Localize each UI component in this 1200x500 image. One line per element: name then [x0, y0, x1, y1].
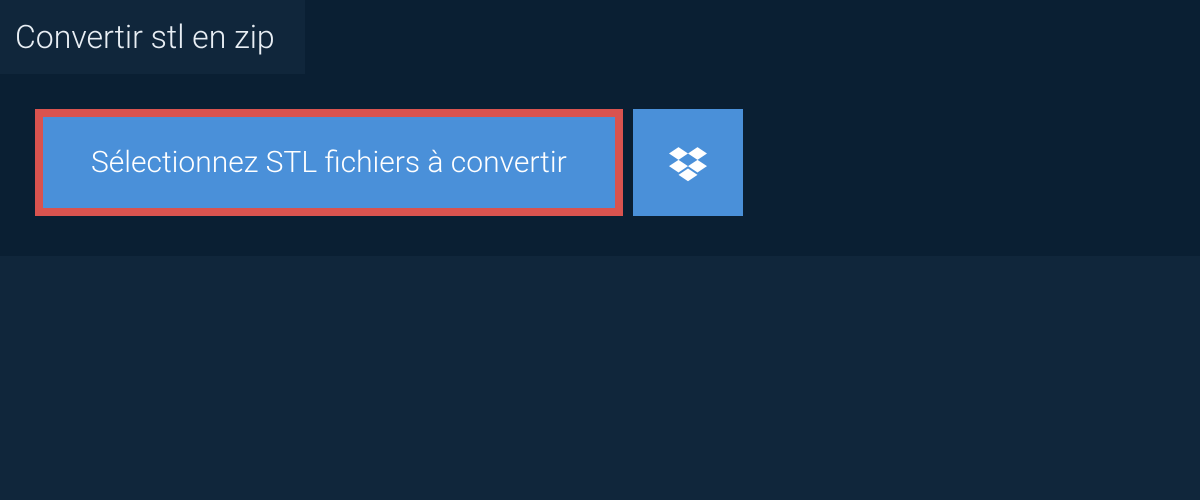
select-files-button[interactable]: Sélectionnez STL fichiers à convertir — [35, 109, 623, 216]
dropbox-button[interactable] — [633, 109, 743, 216]
dropbox-icon — [669, 144, 707, 182]
page-title: Convertir stl en zip — [15, 18, 275, 56]
converter-panel: Convertir stl en zip Sélectionnez STL fi… — [0, 0, 1200, 256]
select-files-label: Sélectionnez STL fichiers à convertir — [91, 145, 567, 180]
tab-header: Convertir stl en zip — [0, 0, 305, 74]
button-row: Sélectionnez STL fichiers à convertir — [35, 109, 1200, 216]
